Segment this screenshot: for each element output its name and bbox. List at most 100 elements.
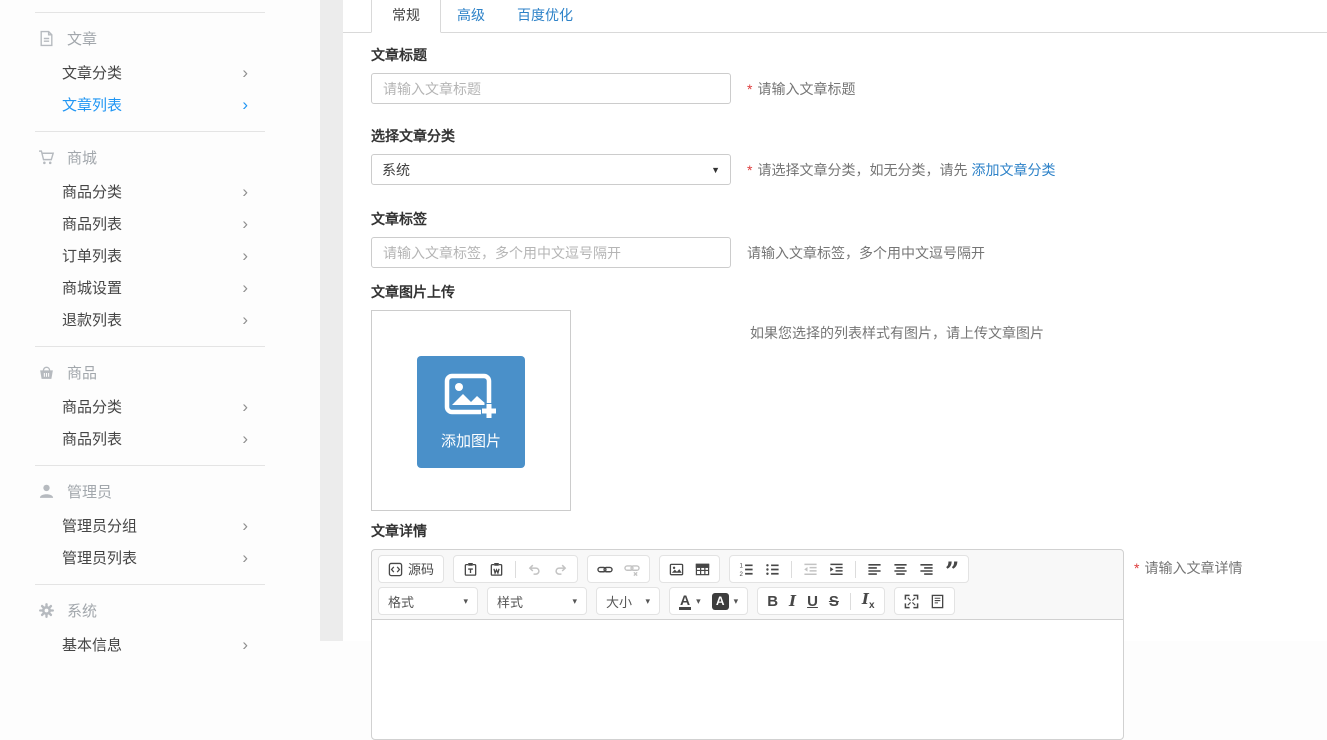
undo-button[interactable]: [527, 562, 542, 577]
sidebar-section-mall[interactable]: 商城: [0, 132, 320, 175]
sidebar-section-goods[interactable]: 商品: [0, 347, 320, 390]
toolbar-separator: [855, 561, 856, 578]
sidebar-item-admin-group[interactable]: 管理员分组 ›: [0, 509, 320, 541]
add-image-icon: [444, 373, 498, 421]
increase-indent-button[interactable]: [829, 562, 844, 577]
background-color-button[interactable]: A ▾: [712, 593, 739, 610]
sidebar-section-admin[interactable]: 管理员: [0, 466, 320, 509]
chevron-right-icon: ›: [242, 64, 248, 81]
article-title-group: 文章标题 *请输入文章标题: [371, 45, 1327, 104]
underline-icon: U: [807, 594, 818, 609]
link-button[interactable]: [597, 562, 613, 577]
insert-table-button[interactable]: [695, 562, 710, 577]
sidebar-item-admin-list[interactable]: 管理员列表 ›: [0, 541, 320, 573]
source-button[interactable]: 源码: [388, 562, 434, 577]
unlink-icon: [624, 562, 640, 577]
maximize-button[interactable]: [904, 594, 919, 609]
sidebar-item-mall-goods-category[interactable]: 商品分类 ›: [0, 175, 320, 207]
dropdown-caret-icon: ▾: [645, 596, 650, 607]
svg-text:2: 2: [739, 571, 743, 577]
remove-format-button[interactable]: Ix: [862, 592, 875, 611]
bulleted-list-button[interactable]: [765, 562, 780, 577]
text-color-button[interactable]: A ▾: [679, 593, 701, 610]
toolbar-separator: [791, 561, 792, 578]
user-icon: [38, 483, 55, 500]
editor-toolbar: 源码: [372, 550, 1123, 615]
sidebar-item-goods-list[interactable]: 商品列表 ›: [0, 422, 320, 454]
maximize-icon: [904, 594, 919, 609]
decrease-indent-icon: [803, 562, 818, 577]
required-asterisk: *: [747, 162, 752, 178]
sidebar-item-mall-refund-list[interactable]: 退款列表 ›: [0, 303, 320, 335]
sidebar-section-label: 商品: [67, 362, 97, 383]
blockquote-icon: ”: [945, 561, 959, 577]
sidebar-section-article[interactable]: 文章: [0, 13, 320, 56]
article-category-group: 选择文章分类 系统 ▼ *请选择文章分类，如无分类，请先添加文章分类: [371, 126, 1327, 185]
numbered-list-button[interactable]: 1 2: [739, 562, 754, 577]
sidebar-item-goods-category[interactable]: 商品分类 ›: [0, 390, 320, 422]
bold-button[interactable]: B: [767, 594, 778, 609]
toolbar-separator: [515, 561, 516, 578]
sidebar-item-system-basic-info[interactable]: 基本信息 ›: [0, 628, 320, 660]
format-dropdown[interactable]: 格式 ▾: [378, 587, 478, 615]
link-icon: [597, 562, 613, 577]
sidebar-item-article-list[interactable]: 文章列表 ›: [0, 88, 320, 120]
dropdown-caret-icon: ▾: [463, 596, 468, 607]
tab-general[interactable]: 常规: [371, 0, 441, 33]
styles-dropdown[interactable]: 样式 ▾: [487, 587, 587, 615]
article-detail-hint: *请输入文章详情: [1134, 558, 1242, 578]
chevron-right-icon: ›: [242, 311, 248, 328]
article-tags-input[interactable]: [371, 237, 731, 268]
editor-content-area[interactable]: [372, 619, 1123, 739]
sidebar: 文章 文章分类 › 文章列表 › 商城 商品分类 › 商品列表 › 订单列表 ›…: [0, 0, 320, 641]
article-image-group: 文章图片上传 添加图片 如果您选择的列表样式有图片，请上传文章图: [371, 282, 1327, 511]
show-blocks-button[interactable]: [930, 594, 945, 609]
rich-text-editor: 源码: [371, 549, 1124, 740]
sidebar-section-label: 系统: [67, 600, 97, 621]
dropdown-caret-icon: ▾: [696, 597, 701, 606]
italic-icon: I: [789, 594, 796, 609]
sidebar-item-mall-goods-list[interactable]: 商品列表 ›: [0, 207, 320, 239]
italic-button[interactable]: I: [789, 594, 796, 609]
paste-as-text-button[interactable]: [463, 562, 478, 577]
chevron-right-icon: ›: [242, 247, 248, 264]
align-right-button[interactable]: [919, 562, 934, 577]
dropdown-caret-icon: ▾: [734, 597, 739, 606]
sidebar-section-system[interactable]: 系统: [0, 585, 320, 628]
gear-icon: [38, 602, 55, 619]
sidebar-item-mall-order-list[interactable]: 订单列表 ›: [0, 239, 320, 271]
increase-indent-icon: [829, 562, 844, 577]
select-caret-icon: ▼: [711, 165, 720, 175]
align-right-icon: [919, 562, 934, 577]
align-left-button[interactable]: [867, 562, 882, 577]
paste-from-word-button[interactable]: [489, 562, 504, 577]
align-left-icon: [867, 562, 882, 577]
underline-button[interactable]: U: [807, 594, 818, 609]
required-asterisk: *: [747, 81, 752, 97]
chevron-right-icon: ›: [242, 96, 248, 113]
article-category-select[interactable]: 系统 ▼: [371, 154, 731, 185]
decrease-indent-button[interactable]: [803, 562, 818, 577]
insert-image-button[interactable]: [669, 562, 684, 577]
sidebar-section-label: 文章: [67, 28, 97, 49]
unlink-button[interactable]: [624, 562, 640, 577]
chevron-right-icon: ›: [242, 549, 248, 566]
size-dropdown[interactable]: 大小 ▾: [596, 587, 660, 615]
add-category-link[interactable]: 添加文章分类: [971, 162, 1055, 178]
strikethrough-icon: S: [829, 594, 839, 609]
strikethrough-button[interactable]: S: [829, 594, 839, 609]
show-blocks-icon: [930, 594, 945, 609]
add-image-button[interactable]: 添加图片: [417, 356, 525, 468]
sidebar-item-mall-settings[interactable]: 商城设置 ›: [0, 271, 320, 303]
tab-baidu-seo[interactable]: 百度优化: [501, 0, 589, 32]
redo-button[interactable]: [553, 562, 568, 577]
align-center-button[interactable]: [893, 562, 908, 577]
panel-gap: [320, 0, 343, 641]
blockquote-button[interactable]: ”: [945, 561, 959, 577]
text-color-icon: A: [679, 593, 691, 610]
tab-advanced[interactable]: 高级: [441, 0, 501, 32]
sidebar-item-article-category[interactable]: 文章分类 ›: [0, 56, 320, 88]
article-title-input[interactable]: [371, 73, 731, 104]
undo-icon: [527, 562, 542, 577]
source-icon: [388, 562, 403, 577]
